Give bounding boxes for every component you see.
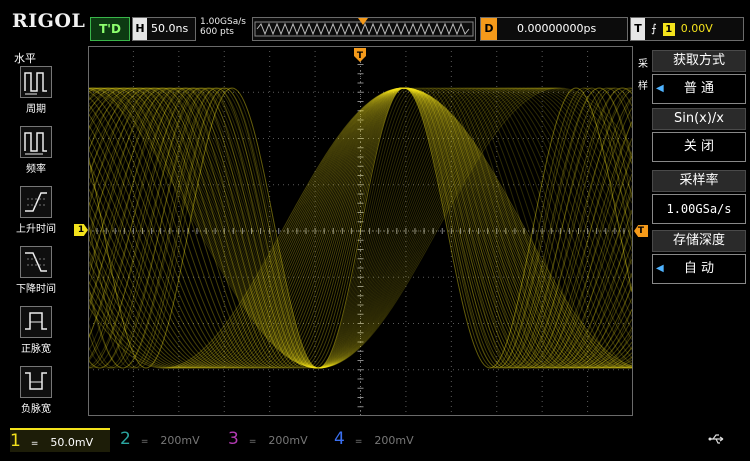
rising-edge-icon: ⨍ (651, 22, 657, 35)
memory-timeline-graphic (254, 18, 474, 37)
channel2-tab[interactable]: 2 = 200mV (120, 428, 200, 450)
cycle-arrow-icon: ◀ (656, 83, 664, 94)
channel-status-bar: 1 = 50.0mV 2 = 200mV 3 = 200mV 4 = 200mV (0, 424, 750, 461)
negative-width-icon (20, 366, 52, 398)
sample-rate-value-box: 1.00GSa/s (652, 194, 746, 224)
measure-period-label: 周期 (26, 104, 46, 115)
rise-time-icon (20, 186, 52, 218)
acquisition-mode-group[interactable]: 获取方式 ◀ 普 通 (652, 50, 746, 104)
dc-coupling-icon: = (354, 437, 363, 447)
acquisition-mode-header: 获取方式 (652, 50, 746, 72)
positive-width-icon (20, 306, 52, 338)
top-status-bar: RIGOL T'D H 50.0ns 1.00GSa/s 600 pts D 0.0… (0, 0, 750, 42)
memory-depth-group[interactable]: 存储深度 ◀ 自 动 (652, 230, 746, 284)
sinx-header: Sin(x)/x (652, 108, 746, 130)
usb-icon (708, 434, 724, 444)
measure-frequency-label: 频率 (26, 164, 46, 175)
channel1-tab[interactable]: 1 = 50.0mV (10, 428, 110, 452)
horizontal-scale-box[interactable]: H 50.0ns (132, 17, 196, 41)
memory-depth-header: 存储深度 (652, 230, 746, 252)
measure-rise-time-label: 上升时间 (16, 224, 56, 235)
svg-text:T: T (357, 51, 364, 61)
waveform-display[interactable]: T (88, 46, 633, 416)
brand-logo: RIGOL (12, 10, 86, 32)
frequency-icon (20, 126, 52, 158)
ch1-offset-marker[interactable]: 1 (74, 224, 88, 236)
ch1-offset-marker-label: 1 (77, 225, 85, 235)
channel1-number: 1 (10, 431, 21, 451)
trigger-tag: T (631, 18, 645, 40)
measure-negative-width-label: 负脉宽 (21, 404, 51, 415)
measure-frequency-button[interactable]: 频率 (10, 126, 62, 184)
channel1-scale: 50.0mV (50, 436, 94, 449)
delay-box[interactable]: D 0.00000000ps (480, 17, 628, 41)
sinx-value-box[interactable]: 关 闭 (652, 132, 746, 162)
horizontal-tag: H (133, 18, 147, 40)
measure-fall-time-button[interactable]: 下降时间 (10, 246, 62, 304)
channel2-scale: 200mV (160, 434, 200, 447)
measure-positive-width-label: 正脉宽 (21, 344, 51, 355)
delay-value: 0.00000000ps (517, 22, 597, 35)
sinx-value: 关 闭 (683, 139, 715, 154)
acquire-menu-title: 采样 (638, 59, 648, 92)
cycle-arrow-icon: ◀ (656, 263, 664, 274)
memory-points-text: 600 pts (200, 27, 234, 37)
sample-info: 1.00GSa/s 600 pts (200, 17, 246, 37)
dc-coupling-icon: = (30, 439, 39, 449)
period-icon (20, 66, 52, 98)
measure-menu-title: 水平 (14, 52, 36, 65)
channel3-number: 3 (228, 429, 239, 449)
trigger-channel-badge: 1 (662, 23, 675, 36)
measure-negative-width-button[interactable]: 负脉宽 (10, 366, 62, 424)
memory-depth-value-box[interactable]: ◀ 自 动 (652, 254, 746, 284)
channel4-tab[interactable]: 4 = 200mV (334, 428, 414, 450)
dc-coupling-icon: = (248, 437, 257, 447)
sample-rate-header: 采样率 (652, 170, 746, 192)
acquire-menu: 采样 获取方式 ◀ 普 通 Sin(x)/x 关 闭 采样率 1.00GSa/s … (636, 46, 750, 418)
fall-time-icon (20, 246, 52, 278)
run-state-badge[interactable]: T'D (90, 17, 130, 41)
acquisition-mode-value: 普 通 (683, 81, 715, 96)
measure-positive-width-button[interactable]: 正脉宽 (10, 306, 62, 364)
measure-rise-time-button[interactable]: 上升时间 (10, 186, 62, 244)
channel2-number: 2 (120, 429, 131, 449)
horizontal-scale-value: 50.0ns (151, 22, 189, 35)
memory-depth-value: 自 动 (683, 261, 715, 276)
sample-rate-value: 1.00GSa/s (666, 202, 732, 216)
acquisition-mode-value-box[interactable]: ◀ 普 通 (652, 74, 746, 104)
trigger-box[interactable]: T ⨍ 1 0.00V (630, 17, 744, 41)
channel3-scale: 200mV (268, 434, 308, 447)
delay-tag: D (481, 18, 497, 40)
channel4-number: 4 (334, 429, 345, 449)
measure-menu: 水平 周期 频率 上升时间 下降时间 正脉宽 负脉宽 (0, 44, 64, 424)
channel4-scale: 200mV (374, 434, 414, 447)
channel3-tab[interactable]: 3 = 200mV (228, 428, 308, 450)
measure-fall-time-label: 下降时间 (16, 284, 56, 295)
sample-rate-group: 采样率 1.00GSa/s (652, 170, 746, 224)
measure-period-button[interactable]: 周期 (10, 66, 62, 124)
sample-rate-text: 1.00GSa/s (200, 17, 246, 27)
memory-timeline-bar[interactable] (252, 17, 476, 41)
sinx-group[interactable]: Sin(x)/x 关 闭 (652, 108, 746, 162)
trigger-level-value: 0.00V (680, 22, 713, 35)
dc-coupling-icon: = (140, 437, 149, 447)
